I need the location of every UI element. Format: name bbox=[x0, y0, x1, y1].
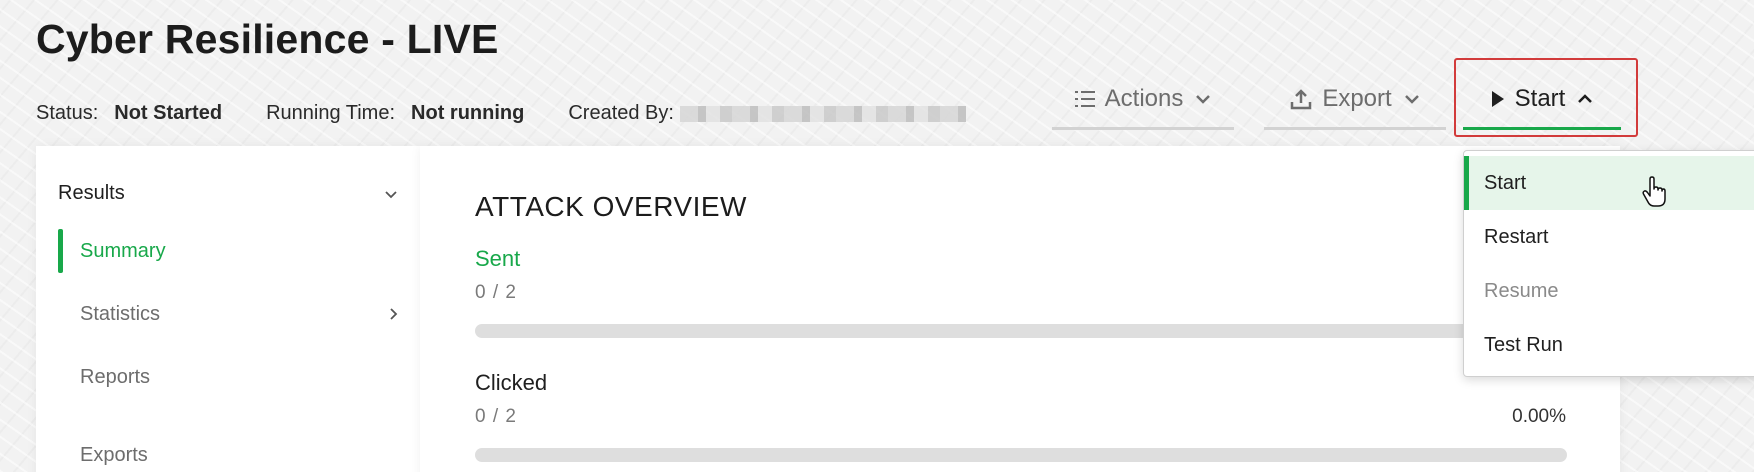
status-label: Status: bbox=[36, 102, 99, 124]
menu-item-restart[interactable]: Restart bbox=[1464, 210, 1754, 264]
meta-row: Status: Not Started Running Time: Not ru… bbox=[36, 102, 966, 125]
list-icon bbox=[1074, 90, 1095, 108]
main-panel: ATTACK OVERVIEW Sent 0 / 2 Clicked 0 / 2… bbox=[420, 146, 1620, 472]
menu-item-test-run[interactable]: Test Run bbox=[1464, 318, 1754, 372]
sidebar-item-exports[interactable]: Exports bbox=[58, 433, 398, 472]
upload-icon bbox=[1290, 88, 1312, 110]
actions-underline bbox=[1052, 127, 1234, 130]
start-dropdown-menu: Start Restart Resume Test Run bbox=[1463, 150, 1754, 377]
start-button[interactable]: Start bbox=[1463, 68, 1621, 130]
sidebar-item-label: Statistics bbox=[80, 302, 161, 325]
play-icon bbox=[1491, 90, 1505, 108]
progress-bar-sent bbox=[475, 324, 1567, 338]
results-header[interactable]: Results bbox=[58, 182, 398, 205]
created-by-redacted bbox=[679, 105, 966, 122]
export-underline bbox=[1264, 127, 1446, 130]
running-time-value: Not running bbox=[411, 102, 525, 124]
menu-item-resume: Resume bbox=[1484, 279, 1559, 302]
created-by-label: Created By: bbox=[568, 102, 674, 124]
page-title: Cyber Resilience - LIVE bbox=[36, 16, 499, 62]
metric-count-clicked: 0 / 2 bbox=[475, 406, 517, 427]
left-panel: Results Summary Statistics Reports Expor… bbox=[36, 146, 420, 472]
actions-label: Actions bbox=[1104, 85, 1184, 112]
hand-cursor-icon bbox=[1642, 176, 1666, 213]
results-label: Results bbox=[58, 182, 125, 204]
active-indicator bbox=[58, 229, 63, 273]
metric-label-clicked: Clicked bbox=[475, 370, 548, 395]
chevron-down-icon bbox=[384, 182, 398, 205]
status-value: Not Started bbox=[114, 102, 223, 124]
progress-bar-clicked bbox=[475, 448, 1567, 462]
metric-label-sent: Sent bbox=[475, 246, 521, 271]
start-underline bbox=[1463, 127, 1621, 130]
sidebar-item-statistics[interactable]: Statistics bbox=[58, 292, 398, 336]
metric-percent-clicked: 0.00% bbox=[1512, 406, 1566, 427]
section-title: ATTACK OVERVIEW bbox=[475, 191, 747, 222]
chevron-down-icon bbox=[1404, 94, 1420, 104]
start-button-highlight: Start bbox=[1454, 58, 1638, 137]
sidebar-item-label: Exports bbox=[80, 443, 148, 466]
sidebar-item-label: Reports bbox=[80, 365, 151, 388]
export-button[interactable]: Export bbox=[1264, 68, 1446, 130]
actions-button[interactable]: Actions bbox=[1052, 68, 1234, 130]
sidebar-item-label: Summary bbox=[80, 239, 166, 262]
running-time-label: Running Time: bbox=[266, 102, 396, 124]
start-label: Start bbox=[1514, 85, 1566, 112]
menu-item-start[interactable]: Start bbox=[1464, 156, 1754, 210]
chevron-up-icon bbox=[1577, 94, 1593, 104]
sidebar-item-reports[interactable]: Reports bbox=[58, 355, 398, 399]
chevron-down-icon bbox=[1195, 94, 1211, 104]
sidebar-item-summary[interactable]: Summary bbox=[58, 229, 398, 273]
chevron-right-icon bbox=[389, 307, 398, 321]
export-label: Export bbox=[1322, 85, 1392, 112]
metric-count-sent: 0 / 2 bbox=[475, 282, 517, 303]
